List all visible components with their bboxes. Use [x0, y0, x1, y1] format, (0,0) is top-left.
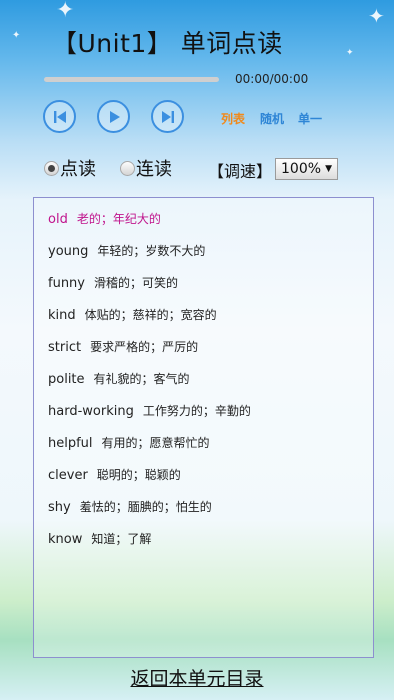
word-meaning: 有礼貌的；客气的 — [93, 372, 190, 386]
word-row[interactable]: polite 有礼貌的；客气的 — [48, 370, 190, 387]
word-meaning: 聪明的；聪颖的 — [96, 468, 181, 482]
page-title: 【Unit1】 单词点读 — [52, 29, 283, 58]
speed-value: 100% — [281, 161, 322, 177]
word-text: funny — [48, 276, 85, 291]
skip-forward-icon — [161, 110, 174, 123]
word-text: shy — [48, 500, 71, 515]
point-read-option[interactable]: 点读 — [44, 155, 96, 181]
sparkle-decoration: ✦ — [346, 48, 354, 58]
word-text: strict — [48, 340, 82, 355]
word-meaning: 体贴的；慈祥的；宽容的 — [84, 308, 217, 322]
word-text: polite — [48, 372, 85, 387]
word-meaning: 知道；了解 — [91, 532, 152, 546]
sparkle-decoration: ✦ — [56, 0, 75, 23]
speed-select[interactable]: 100% ▼ — [275, 158, 338, 180]
word-meaning: 要求严格的；严厉的 — [90, 340, 199, 354]
word-meaning: 工作努力的；辛勤的 — [142, 404, 251, 418]
time-readout: 00:00/00:00 — [235, 72, 309, 86]
word-row[interactable]: clever 聪明的；聪颖的 — [48, 466, 181, 483]
word-row[interactable]: old 老的；年纪大的 — [48, 210, 161, 227]
sparkle-decoration: ✦ — [368, 4, 385, 28]
word-meaning: 滑稽的；可笑的 — [94, 276, 179, 290]
speed-label: 【调速】 — [208, 162, 273, 181]
word-text: old — [48, 212, 68, 227]
previous-button[interactable] — [43, 100, 76, 133]
word-meaning: 年轻的；岁数不大的 — [97, 244, 206, 258]
word-row[interactable]: helpful 有用的；愿意帮忙的 — [48, 434, 210, 451]
word-text: kind — [48, 308, 76, 323]
random-mode-button[interactable]: 随机 — [260, 110, 284, 127]
word-row[interactable]: shy 羞怯的；腼腆的；怕生的 — [48, 498, 212, 515]
word-text: clever — [48, 468, 88, 483]
next-button[interactable] — [151, 100, 184, 133]
word-list: old 老的；年纪大的 young 年轻的；岁数不大的 funny 滑稽的；可笑的 k… — [33, 197, 374, 658]
word-row[interactable]: young 年轻的；岁数不大的 — [48, 242, 205, 259]
audio-progress-bar[interactable] — [44, 77, 219, 82]
word-row[interactable]: hard-working 工作努力的；辛勤的 — [48, 402, 251, 419]
list-mode-button[interactable]: 列表 — [221, 110, 245, 127]
sparkle-decoration: ✦ — [12, 30, 21, 41]
word-text: hard-working — [48, 404, 134, 419]
word-text: know — [48, 532, 83, 547]
word-text: young — [48, 244, 89, 259]
word-meaning: 有用的；愿意帮忙的 — [101, 436, 210, 450]
play-icon — [109, 110, 120, 123]
skip-back-icon — [53, 110, 66, 123]
point-read-label: 点读 — [60, 159, 96, 180]
back-to-unit-directory-link[interactable]: 返回本单元目录 — [0, 664, 394, 691]
word-row[interactable]: know 知道；了解 — [48, 530, 151, 547]
radio-unselected-icon[interactable] — [120, 160, 135, 176]
continuous-read-label: 连读 — [136, 159, 172, 180]
continuous-read-option[interactable]: 连读 — [120, 155, 172, 181]
single-mode-button[interactable]: 单一 — [298, 110, 322, 127]
word-text: helpful — [48, 436, 93, 451]
radio-selected-icon[interactable] — [44, 160, 59, 176]
word-row[interactable]: kind 体贴的；慈祥的；宽容的 — [48, 306, 217, 323]
word-meaning: 老的；年纪大的 — [76, 212, 161, 226]
play-button[interactable] — [97, 100, 130, 133]
word-meaning: 羞怯的；腼腆的；怕生的 — [79, 500, 212, 514]
word-row[interactable]: funny 滑稽的；可笑的 — [48, 274, 178, 291]
word-row[interactable]: strict 要求严格的；严厉的 — [48, 338, 198, 355]
dropdown-arrow-icon: ▼ — [325, 164, 332, 174]
